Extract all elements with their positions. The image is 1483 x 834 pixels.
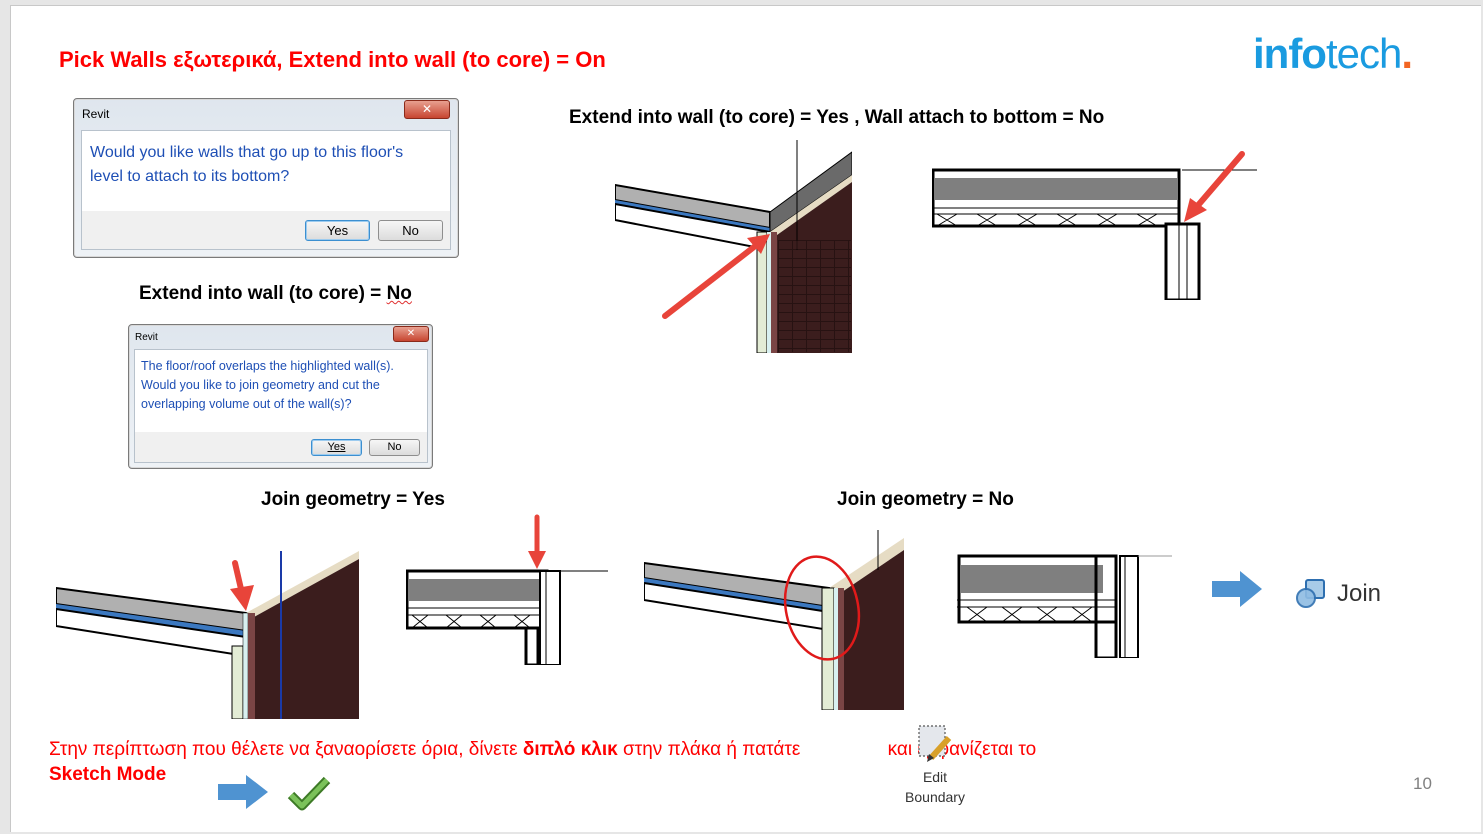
- join-geometry-icon[interactable]: [1294, 578, 1328, 615]
- dialog-body: The floor/roof overlaps the highlighted …: [134, 349, 428, 463]
- close-icon[interactable]: ✕: [393, 326, 429, 342]
- note-bold: διπλό κλικ: [522, 739, 618, 760]
- label-line: Boundary: [905, 789, 965, 805]
- revit-attach-dialog: Revit ✕ Would you like walls that go up …: [73, 98, 459, 258]
- dialog-footer: Yes No: [82, 211, 450, 249]
- arrow-red: [232, 560, 244, 592]
- logo-dot: .: [1401, 30, 1413, 77]
- join-label[interactable]: Join: [1337, 580, 1381, 608]
- infotech-logo: infotech.: [1253, 30, 1413, 78]
- bottom-note: Στην περίπτωση που θέλετε να ξαναορίσετε…: [49, 737, 1169, 787]
- dialog-message: Would you like walls that go up to this …: [90, 141, 403, 189]
- dialog-message-line: overlapping volume out of the wall(s)?: [141, 397, 352, 411]
- section-view-join-yes: [406, 513, 608, 665]
- logo-part-regular: tech: [1325, 30, 1402, 77]
- close-icon[interactable]: ✕: [404, 100, 450, 119]
- section-header-join-yes: Join geometry = Yes: [261, 489, 445, 510]
- section-header-join-no: Join geometry = No: [837, 489, 1014, 510]
- section-view-join-no: [957, 554, 1172, 658]
- edit-boundary-icon: [917, 722, 970, 767]
- section-header-extend-no: Extend into wall (to core) = No: [139, 283, 412, 305]
- page-number: 10: [1413, 774, 1432, 793]
- arrow-red: [1191, 151, 1245, 213]
- section-drawing: [932, 151, 1257, 300]
- section-drawing: [957, 554, 1172, 658]
- header-value: No: [386, 283, 412, 304]
- brick-texture: [778, 240, 851, 352]
- dialog-footer: Yes No: [135, 432, 427, 462]
- no-button[interactable]: No: [378, 220, 443, 241]
- arrow-right-icon: [218, 775, 268, 814]
- 3d-corner-drawing: [56, 551, 359, 719]
- dialog-message-line: level to attach to its bottom?: [90, 168, 290, 185]
- dialog-message-line: The floor/roof overlaps the highlighted …: [141, 359, 394, 373]
- revit-join-dialog: Revit ✕ The floor/roof overlaps the high…: [128, 324, 433, 469]
- section-header-extend-yes: Extend into wall (to core) = Yes , Wall …: [569, 107, 1105, 128]
- dialog-message-line: Would you like walls that go up to this …: [90, 144, 404, 161]
- 3d-corner-view-join-yes: [56, 551, 359, 719]
- yes-button[interactable]: Yes: [311, 439, 362, 456]
- arrow-red: [662, 237, 766, 319]
- no-button[interactable]: No: [369, 439, 420, 456]
- logo-part-bold: info: [1253, 30, 1327, 77]
- edit-boundary-button[interactable]: Edit Boundary: [900, 722, 970, 807]
- 3d-corner-view-join-no: [644, 530, 904, 710]
- dialog-message: The floor/roof overlaps the highlighted …: [141, 357, 394, 414]
- header-prefix: Extend into wall (to core) =: [139, 283, 387, 304]
- arrow-right-icon: [1212, 571, 1262, 612]
- dialog-body: Would you like walls that go up to this …: [81, 130, 451, 250]
- label-line: Edit: [922, 769, 948, 785]
- section-drawing: [406, 514, 608, 665]
- note-text: στην πλάκα ή πατάτε: [617, 739, 806, 760]
- section-view-extend-yes: [932, 150, 1257, 300]
- yes-button[interactable]: Yes: [305, 220, 370, 241]
- note-bold-sketch-mode: Sketch Mode: [49, 764, 167, 785]
- 3d-corner-drawing: [644, 530, 904, 710]
- dialog-title: Revit: [82, 107, 110, 121]
- dialog-title: Revit: [135, 332, 158, 343]
- slide-title: Pick Walls εξωτερικά, Extend into wall (…: [59, 47, 606, 72]
- dialog-message-line: Would you like to join geometry and cut …: [141, 378, 380, 392]
- checkmark-icon[interactable]: [287, 775, 331, 816]
- edit-boundary-label: Edit Boundary: [900, 767, 970, 807]
- note-text: Στην περίπτωση που θέλετε να ξαναορίσετε…: [49, 739, 523, 760]
